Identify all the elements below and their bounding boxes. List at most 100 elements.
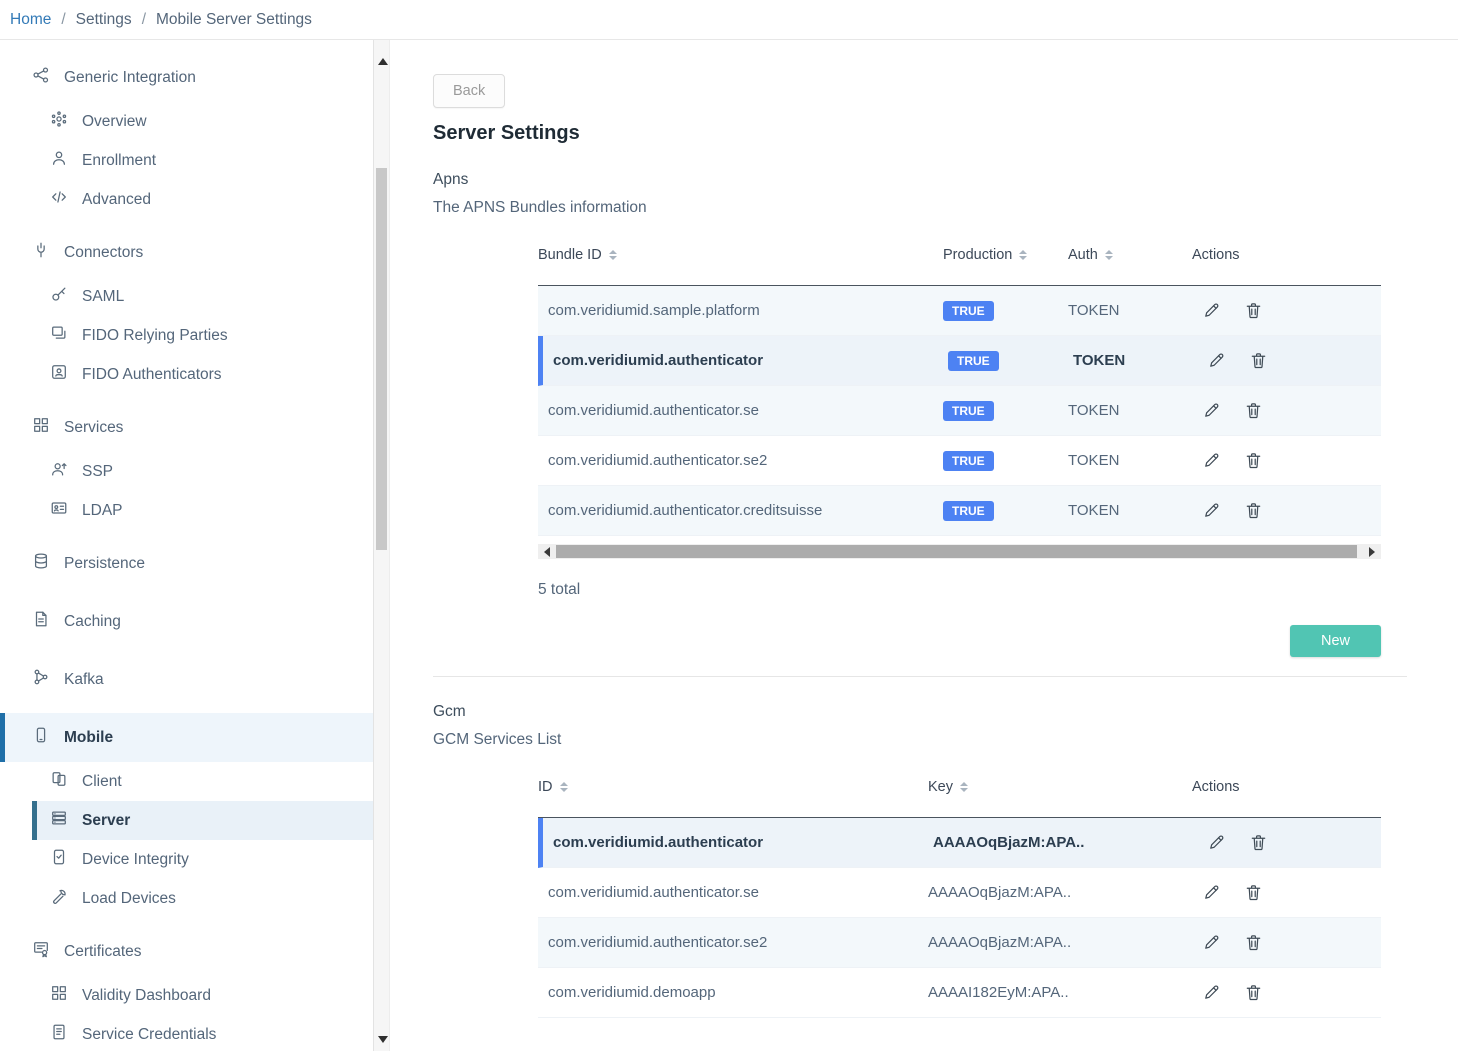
sidebar-item-advanced[interactable]: Advanced — [0, 180, 373, 219]
scroll-right-icon[interactable] — [1369, 547, 1375, 557]
sidebar-item-label: LDAP — [82, 502, 123, 520]
edit-icon[interactable] — [1202, 301, 1221, 320]
sidebar-item-generic-integration[interactable]: Generic Integration — [0, 53, 373, 102]
sidebar-item-certificates[interactable]: Certificates — [0, 927, 373, 976]
delete-icon[interactable] — [1249, 351, 1268, 370]
sidebar-item-fido-authenticators[interactable]: FIDO Authenticators — [0, 355, 373, 394]
gcm-subheading: GCM Services List — [433, 731, 1407, 749]
id-card-icon — [50, 499, 68, 522]
sort-icon — [960, 782, 968, 792]
key-cell: AAAAOqBjazM:APA.. — [928, 934, 1192, 951]
sidebar-item-client[interactable]: Client — [0, 762, 373, 801]
edit-icon[interactable] — [1202, 401, 1221, 420]
table-row[interactable]: com.veridiumid.sample.platform TRUE TOKE… — [538, 286, 1381, 336]
edit-icon[interactable] — [1202, 983, 1221, 1002]
auth-cell: TOKEN — [1068, 302, 1192, 319]
edit-icon[interactable] — [1207, 351, 1226, 370]
table-row[interactable]: com.veridiumid.authenticator.creditsuiss… — [538, 486, 1381, 536]
horizontal-scrollbar[interactable] — [538, 544, 1381, 559]
delete-icon[interactable] — [1244, 401, 1263, 420]
delete-icon[interactable] — [1244, 983, 1263, 1002]
table-row-selected[interactable]: com.veridiumid.authenticator AAAAOqBjazM… — [538, 818, 1381, 868]
breadcrumb-home[interactable]: Home — [10, 11, 51, 29]
production-cell: TRUE — [943, 451, 1068, 471]
production-badge: TRUE — [943, 451, 994, 471]
sidebar-item-label: Overview — [82, 113, 147, 131]
sidebar-item-ssp[interactable]: SSP — [0, 452, 373, 491]
column-label: Key — [928, 779, 953, 795]
production-badge: TRUE — [943, 301, 994, 321]
table-row-selected[interactable]: com.veridiumid.authenticator TRUE TOKEN — [538, 336, 1381, 386]
sidebar-item-caching[interactable]: Caching — [0, 597, 373, 646]
sidebar-item-label: Client — [82, 773, 122, 791]
sidebar-item-fido-relying-parties[interactable]: FIDO Relying Parties — [0, 316, 373, 355]
table-row[interactable]: com.veridiumid.demoapp AAAAI182EyM:APA.. — [538, 968, 1381, 1018]
column-header-bundle-id[interactable]: Bundle ID — [538, 247, 943, 263]
actions-cell — [1192, 883, 1381, 902]
table-row[interactable]: com.veridiumid.authenticator.se AAAAOqBj… — [538, 868, 1381, 918]
column-label: Actions — [1192, 779, 1240, 795]
sidebar-item-mobile[interactable]: Mobile — [0, 713, 373, 762]
phone-icon — [32, 726, 50, 749]
breadcrumb-separator: / — [142, 11, 146, 29]
sidebar-item-saml[interactable]: SAML — [0, 277, 373, 316]
column-header-auth[interactable]: Auth — [1068, 247, 1192, 263]
sidebar-scrollbar[interactable] — [373, 40, 390, 1051]
delete-icon[interactable] — [1244, 501, 1263, 520]
sidebar-item-overview[interactable]: Overview — [0, 102, 373, 141]
delete-icon[interactable] — [1244, 883, 1263, 902]
column-header-production[interactable]: Production — [943, 247, 1068, 263]
apns-table-body: com.veridiumid.sample.platform TRUE TOKE… — [538, 286, 1381, 536]
actions-cell — [1192, 401, 1381, 420]
wrench-icon — [50, 887, 68, 910]
column-label: ID — [538, 779, 553, 795]
key-cell: AAAAOqBjazM:APA.. — [933, 834, 1197, 851]
sidebar-item-validity-dashboard[interactable]: Validity Dashboard — [0, 976, 373, 1015]
sidebar-item-label: Enrollment — [82, 152, 156, 170]
sidebar-item-persistence[interactable]: Persistence — [0, 539, 373, 588]
sidebar-item-label: SSP — [82, 463, 113, 481]
user-up-icon — [50, 460, 68, 483]
sidebar-item-ldap[interactable]: LDAP — [0, 491, 373, 530]
sidebar-item-services[interactable]: Services — [0, 403, 373, 452]
sidebar-item-service-credentials[interactable]: Service Credentials — [0, 1015, 373, 1051]
column-label: Actions — [1192, 247, 1240, 263]
breadcrumb-separator: / — [61, 11, 65, 29]
edit-icon[interactable] — [1202, 933, 1221, 952]
sidebar-item-device-integrity[interactable]: Device Integrity — [0, 840, 373, 879]
column-header-key[interactable]: Key — [928, 779, 1192, 795]
delete-icon[interactable] — [1244, 301, 1263, 320]
back-button[interactable]: Back — [433, 74, 505, 108]
table-row[interactable]: com.veridiumid.authenticator.se TRUE TOK… — [538, 386, 1381, 436]
scrollbar-thumb[interactable] — [376, 168, 387, 550]
sidebar-item-kafka[interactable]: Kafka — [0, 655, 373, 704]
sidebar-item-label: Kafka — [64, 671, 104, 689]
scrollbar-thumb[interactable] — [556, 545, 1357, 558]
id-cell: com.veridiumid.demoapp — [548, 984, 928, 1001]
sidebar-item-server[interactable]: Server — [32, 801, 373, 840]
table-row[interactable]: com.veridiumid.authenticator.se2 TRUE TO… — [538, 436, 1381, 486]
edit-icon[interactable] — [1202, 451, 1221, 470]
delete-icon[interactable] — [1244, 451, 1263, 470]
sidebar-item-connectors[interactable]: Connectors — [0, 228, 373, 277]
edit-icon[interactable] — [1207, 833, 1226, 852]
table-row[interactable]: com.veridiumid.authenticator.se2 AAAAOqB… — [538, 918, 1381, 968]
grid-icon — [32, 416, 50, 439]
new-button[interactable]: New — [1290, 625, 1381, 657]
sidebar-item-label: Service Credentials — [82, 1026, 216, 1044]
column-header-id[interactable]: ID — [538, 779, 928, 795]
key-cell: AAAAOqBjazM:APA.. — [928, 884, 1192, 901]
delete-icon[interactable] — [1244, 933, 1263, 952]
sidebar-item-load-devices[interactable]: Load Devices — [0, 879, 373, 918]
edit-icon[interactable] — [1202, 501, 1221, 520]
scroll-down-icon[interactable] — [378, 1036, 388, 1043]
edit-icon[interactable] — [1202, 883, 1221, 902]
production-badge: TRUE — [943, 401, 994, 421]
scroll-up-icon[interactable] — [378, 58, 388, 65]
sidebar-item-label: Certificates — [64, 943, 142, 961]
scroll-left-icon[interactable] — [544, 547, 550, 557]
delete-icon[interactable] — [1249, 833, 1268, 852]
column-label: Auth — [1068, 247, 1098, 263]
breadcrumb-settings[interactable]: Settings — [76, 11, 132, 29]
sidebar-item-enrollment[interactable]: Enrollment — [0, 141, 373, 180]
